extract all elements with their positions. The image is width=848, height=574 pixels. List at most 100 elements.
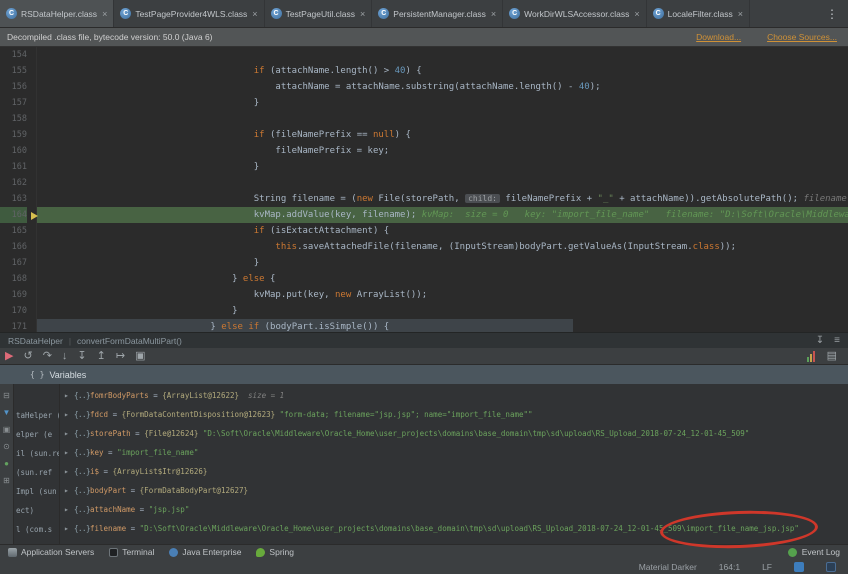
tab-overflow-menu-icon[interactable]: ⋮ — [816, 0, 848, 27]
code-line[interactable]: } else { — [37, 271, 848, 287]
caret-position-widget[interactable]: 164:1 — [719, 562, 740, 572]
code-line[interactable]: String filename = (new File(storePath, c… — [37, 191, 848, 207]
toolwindow-button[interactable]: Terminal — [109, 547, 154, 557]
code-line[interactable]: if (isExtactAttachment) { — [37, 223, 848, 239]
tab-close-icon[interactable]: × — [360, 9, 365, 19]
code-line[interactable]: attachName = attachName.substring(attach… — [37, 79, 848, 95]
camera-icon[interactable]: ▣ — [3, 426, 11, 434]
code-line[interactable]: } else if (bodyPart.isSimple()) { — [37, 319, 848, 332]
code-editor[interactable]: 154 155 156 157 158 159 160 161 162 163 164 165 166 1… — [0, 47, 848, 332]
line-number[interactable]: 163 — [0, 191, 27, 207]
line-number[interactable]: 166 — [0, 239, 27, 255]
code-line[interactable]: fileNamePrefix = key; — [37, 143, 848, 159]
editor-tab[interactable]: C PersistentManager.class × — [372, 0, 504, 27]
line-number[interactable]: 154 — [0, 47, 27, 63]
run-to-cursor-icon[interactable]: ↦ — [116, 350, 125, 362]
editor-tab[interactable]: C TestPageProvider4WLS.class × — [114, 0, 265, 27]
variable-row[interactable]: ▸ {..}storePath = {File@12624} "D:\Soft\O… — [64, 424, 848, 443]
line-separator-widget[interactable]: LF — [762, 562, 772, 572]
variable-row[interactable]: ▸ {..}fdcd = {FormDataContentDisposition@… — [64, 405, 848, 424]
stack-frame-item[interactable]: (sun.ref — [14, 463, 59, 482]
line-number[interactable]: 156 — [0, 79, 27, 95]
tab-close-icon[interactable]: × — [634, 9, 639, 19]
variable-row[interactable]: ▸ {..}i$ = {ArrayList$Itr@12626} — [64, 462, 848, 481]
code-line[interactable]: } — [37, 303, 848, 319]
stack-frame-item[interactable]: Impl (sun — [14, 482, 59, 501]
tab-close-icon[interactable]: × — [102, 9, 107, 19]
variable-row[interactable]: ▸ {..}key = "import_file_name" — [64, 443, 848, 462]
toolwindow-button[interactable]: Spring — [256, 547, 294, 557]
variable-row[interactable]: ▸ {..}filename = "D:\Soft\Oracle\Middlewa… — [64, 519, 848, 538]
line-number[interactable]: 171 — [0, 319, 27, 332]
line-number[interactable]: 169 — [0, 287, 27, 303]
code-line[interactable]: kvMap.addValue(key, filename); kvMap: si… — [37, 207, 848, 223]
line-number[interactable]: 167 — [0, 255, 27, 271]
stack-frame-item[interactable]: taHelper ( — [14, 406, 59, 425]
expand-arrow-icon[interactable]: ▸ — [64, 443, 74, 462]
tab-close-icon[interactable]: × — [252, 9, 257, 19]
code-line[interactable]: if (attachName.length() > 40) { — [37, 63, 848, 79]
code-line[interactable]: } — [37, 95, 848, 111]
tab-close-icon[interactable]: × — [491, 9, 496, 19]
line-number[interactable]: 155 — [0, 63, 27, 79]
code-line[interactable] — [37, 47, 848, 63]
scroll-to-end-icon[interactable]: ↧ — [816, 335, 824, 346]
line-number[interactable]: 160 — [0, 143, 27, 159]
line-number[interactable]: 159 — [0, 127, 27, 143]
collapse-all-icon[interactable]: ⊟ — [3, 392, 10, 400]
line-number[interactable]: 165 — [0, 223, 27, 239]
stack-frame-item[interactable]: ect) — [14, 501, 59, 520]
filter-icon[interactable]: ▼ — [3, 409, 11, 417]
code-line[interactable] — [37, 175, 848, 191]
evaluate-expression-icon[interactable]: ▣ — [135, 350, 145, 362]
breadcrumb-item-class[interactable]: RSDataHelper — [8, 336, 63, 346]
code-line[interactable]: } — [37, 159, 848, 175]
memory-indicator-icon[interactable] — [806, 350, 815, 362]
layout-icon[interactable]: ⊞ — [3, 477, 10, 485]
line-number[interactable]: 162 — [0, 175, 27, 191]
line-number[interactable]: 164 — [0, 207, 38, 223]
readonly-lock-icon[interactable] — [826, 561, 836, 572]
editor-settings-icon[interactable]: ≡ — [834, 335, 840, 346]
code-line[interactable] — [37, 111, 848, 127]
line-number[interactable]: 161 — [0, 159, 27, 175]
console-icon[interactable]: ▤ — [827, 350, 837, 362]
expand-arrow-icon[interactable]: ▸ — [64, 405, 74, 424]
tab-close-icon[interactable]: × — [738, 9, 743, 19]
rerun-icon[interactable]: ↺ — [23, 350, 32, 362]
toolwindow-button[interactable]: Java Enterprise — [169, 547, 241, 557]
step-out-icon[interactable]: ↥ — [97, 350, 106, 362]
code-line[interactable]: } — [37, 255, 848, 271]
line-number[interactable]: 158 — [0, 111, 27, 127]
line-number[interactable]: 168 — [0, 271, 27, 287]
notification-link[interactable]: Download... — [696, 32, 741, 42]
stack-frame-item[interactable]: elper (e — [14, 425, 59, 444]
expand-arrow-icon[interactable]: ▸ — [64, 424, 74, 443]
force-step-into-icon[interactable]: ↧ — [77, 350, 86, 362]
variable-row[interactable]: ▸ {..}fomrBodyParts = {ArrayList@12622} s… — [64, 386, 848, 405]
thread-running-icon[interactable]: ● — [4, 460, 9, 468]
toolwindow-button[interactable]: Application Servers — [8, 547, 94, 557]
editor-tab[interactable]: C RSDataHelper.class × — [0, 0, 115, 27]
expand-arrow-icon[interactable]: ▸ — [64, 462, 74, 481]
stack-frame-item[interactable]: l (com.s — [14, 520, 59, 539]
editor-tab[interactable]: C TestPageUtil.class × — [265, 0, 373, 27]
theme-widget[interactable]: Material Darker — [639, 562, 697, 572]
stack-frame-item[interactable]: il (sun.re — [14, 444, 59, 463]
line-number[interactable]: 170 — [0, 303, 27, 319]
line-number[interactable]: 157 — [0, 95, 27, 111]
expand-arrow-icon[interactable]: ▸ — [64, 519, 74, 538]
step-over-icon[interactable]: ↷ — [43, 350, 52, 362]
show-execution-point-icon[interactable]: ▶ — [5, 350, 13, 362]
editor-tab[interactable]: C WorkDirWLSAccessor.class × — [503, 0, 647, 27]
editor-tab[interactable]: C LocaleFilter.class × — [647, 0, 751, 27]
expand-arrow-icon[interactable]: ▸ — [64, 481, 74, 500]
step-into-icon[interactable]: ↓ — [62, 350, 68, 362]
expand-arrow-icon[interactable]: ▸ — [64, 386, 74, 405]
variable-row[interactable]: ▸ {..}bodyPart = {FormDataBodyPart@12627} — [64, 481, 848, 500]
pin-icon[interactable]: ⊙ — [3, 443, 10, 451]
expand-arrow-icon[interactable]: ▸ — [64, 500, 74, 519]
code-line[interactable]: this.saveAttachedFile(filename, (InputSt… — [37, 239, 848, 255]
code-line[interactable]: if (fileNamePrefix == null) { — [37, 127, 848, 143]
inspections-profile-icon[interactable] — [794, 561, 804, 572]
